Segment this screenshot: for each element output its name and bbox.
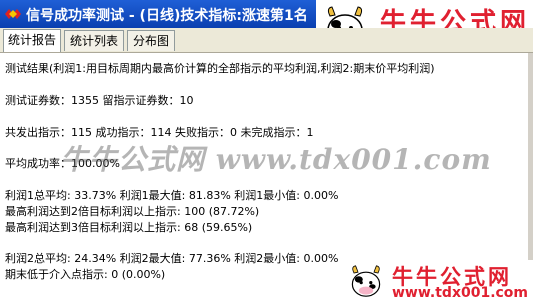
window-title: 信号成功率测试 - (日线)技术指标:涨速第1名 (26, 8, 308, 24)
report-line-profit-3x: 最高利润达到3倍目标利润以上指示: 68 (59.65%) (5, 221, 253, 234)
report-line-signals: 共发出指示：115 成功指示：114 失败指示：0 未完成指示：1 (5, 126, 314, 139)
report-line-securities: 测试证券数：1355 留指示证券数：10 (5, 94, 194, 107)
brand-logo-bottom: 牛牛公式网 www.tdx001.com (344, 260, 533, 303)
app-icon (5, 9, 21, 19)
report-line-profit-2x: 最高利润达到2倍目标利润以上指示: 100 (87.72%) (5, 205, 260, 218)
tab-stat-list[interactable]: 统计列表 (64, 30, 124, 51)
report-line-header: 测试结果(利润1:用目标周期内最高价计算的全部指示的平均利润,利润2:期末价平均… (5, 62, 435, 75)
report-line-below-entry: 期末低于介入点指示: 0 (0.00%) (5, 268, 166, 281)
report-line-success-rate: 平均成功率：100.00% (5, 157, 120, 170)
cow-mascot-icon (351, 265, 381, 297)
tab-stat-report[interactable]: 统计报告 (3, 29, 61, 52)
tab-distribution[interactable]: 分布图 (127, 30, 175, 51)
report-line-profit1: 利润1总平均: 33.73% 利润1最大值: 81.83% 利润1最小值: 0.… (5, 189, 339, 202)
tab-strip: 统计报告 统计列表 分布图 (0, 28, 533, 53)
report-line-profit2: 利润2总平均: 24.34% 利润2最大值: 77.36% 利润2最小值: 0.… (5, 252, 339, 265)
brand-url-bottom: www.tdx001.com (392, 285, 529, 301)
